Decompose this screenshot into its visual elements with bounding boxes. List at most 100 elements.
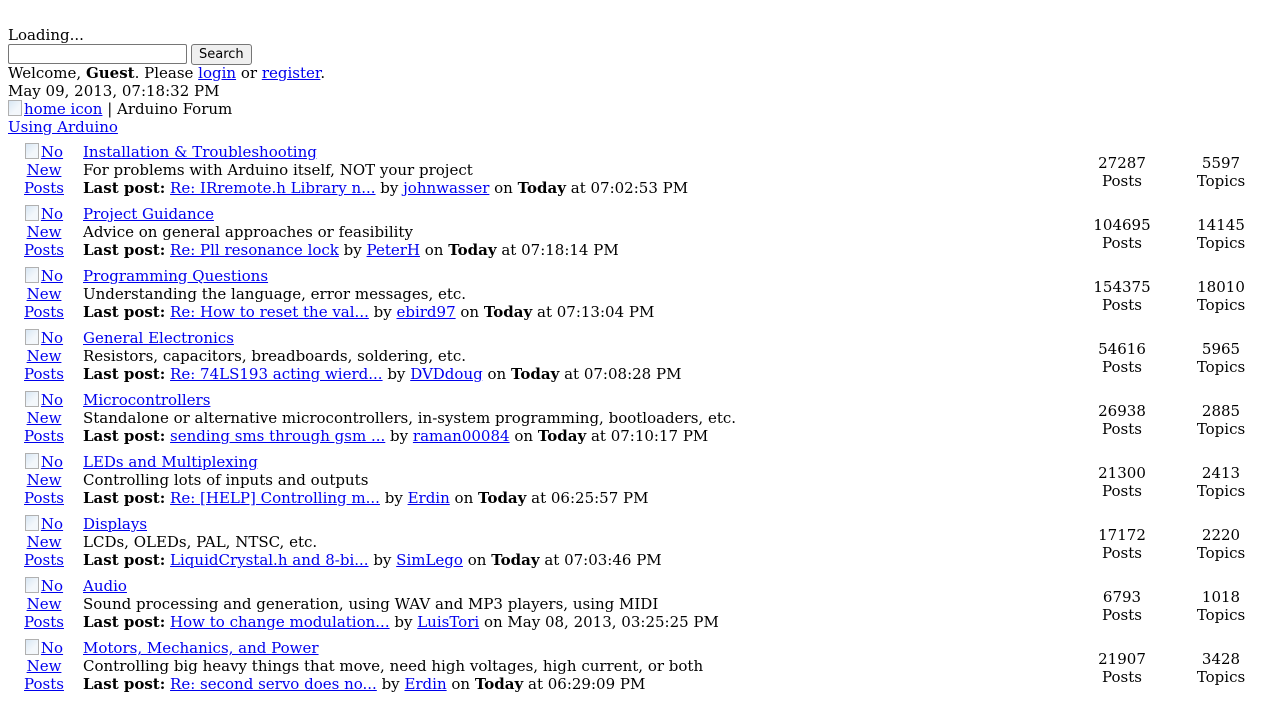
at-text: at (586, 427, 611, 445)
last-post-time: 07:13:04 PM (556, 303, 655, 321)
board-name-link[interactable]: Audio (83, 577, 127, 595)
last-post-link[interactable]: Re: [HELP] Controlling m... (170, 489, 380, 507)
last-post-label: Last post: (83, 551, 166, 569)
board-name-link[interactable]: Programming Questions (83, 267, 268, 285)
topics-count: 2413 (1201, 463, 1241, 482)
no-new-posts-icon[interactable]: No New Posts (13, 391, 75, 445)
board-info: Project Guidance Advice on general appro… (82, 204, 1074, 264)
topics-count-cell: 5965 Topics (1170, 328, 1272, 388)
posts-label: Posts (1102, 543, 1142, 562)
board-row: No New Posts Project Guidance Advice on … (8, 204, 1272, 264)
last-post-user-link[interactable]: SimLego (396, 551, 463, 569)
no-new-posts-icon[interactable]: No New Posts (13, 453, 75, 507)
last-post-link[interactable]: Re: IRremote.h Library n... (170, 179, 375, 197)
last-post-line: Last post: Re: How to reset the val... b… (83, 303, 1073, 321)
no-new-posts-alt-1: No (40, 453, 64, 471)
board-name-link[interactable]: LEDs and Multiplexing (83, 453, 258, 471)
board-status-icon (24, 267, 39, 283)
no-new-posts-icon[interactable]: No New Posts (13, 205, 75, 259)
no-new-posts-icon[interactable]: No New Posts (13, 515, 75, 569)
no-new-posts-icon[interactable]: No New Posts (13, 577, 75, 631)
topics-count-cell: 5597 Topics (1170, 142, 1272, 202)
last-post-link[interactable]: Re: How to reset the val... (170, 303, 369, 321)
board-status-icon (24, 577, 39, 593)
board-name-line: LEDs and Multiplexing (83, 453, 1073, 471)
on-text: on (455, 303, 484, 321)
board-icon-cell: No New Posts (8, 638, 80, 698)
loading-text: Loading... (8, 26, 84, 44)
last-post-line: Last post: Re: Pll resonance lock by Pet… (83, 241, 1073, 259)
at-text: at (565, 179, 591, 197)
board-status-icon (24, 143, 39, 159)
category-link[interactable]: Using Arduino (8, 118, 118, 136)
last-post-link[interactable]: LiquidCrystal.h and 8-bi... (170, 551, 369, 569)
board-icon-cell: No New Posts (8, 266, 80, 326)
no-new-posts-icon[interactable]: No New Posts (13, 329, 75, 383)
register-link[interactable]: register (262, 64, 321, 82)
board-name-link[interactable]: Displays (83, 515, 147, 533)
topics-count-cell: 3428 Topics (1170, 638, 1272, 698)
login-link[interactable]: login (198, 64, 236, 82)
board-name-link[interactable]: Microcontrollers (83, 391, 210, 409)
posts-count: 21907 (1098, 649, 1146, 668)
topics-label: Topics (1196, 605, 1246, 624)
board-name-link[interactable]: Project Guidance (83, 205, 214, 223)
last-post-user-link[interactable]: Erdin (404, 675, 446, 693)
last-post-link[interactable]: Re: Pll resonance lock (170, 241, 339, 259)
home-link[interactable]: home icon (8, 100, 102, 118)
board-row: No New Posts Microcontrollers Standalone… (8, 390, 1272, 450)
last-post-label: Last post: (83, 179, 166, 197)
board-info: Motors, Mechanics, and Power Controlling… (82, 638, 1074, 698)
last-post-user-link[interactable]: DVDdoug (410, 365, 483, 383)
no-new-posts-alt-3: Posts (24, 551, 64, 569)
no-new-posts-icon[interactable]: No New Posts (13, 267, 75, 321)
last-post-time: 07:10:17 PM (610, 427, 709, 445)
by-text: by (368, 303, 397, 321)
last-post-label: Last post: (83, 489, 166, 507)
last-post-user-link[interactable]: Erdin (408, 489, 450, 507)
last-post-user-link[interactable]: LuisTori (417, 613, 479, 631)
last-post-link[interactable]: Re: 74LS193 acting wierd... (170, 365, 383, 383)
last-post-user-link[interactable]: raman00084 (413, 427, 510, 445)
by-text: by (379, 489, 408, 507)
board-info: Displays LCDs, OLEDs, PAL, NTSC, etc. La… (82, 514, 1074, 574)
topics-label: Topics (1196, 295, 1246, 314)
no-new-posts-icon[interactable]: No New Posts (13, 143, 75, 197)
topics-label: Topics (1196, 667, 1246, 686)
on-text: on (489, 179, 518, 197)
last-post-link[interactable]: How to change modulation... (170, 613, 390, 631)
or-text: or (236, 64, 262, 82)
last-post-label: Last post: (83, 303, 166, 321)
last-post-user-link[interactable]: PeterH (367, 241, 420, 259)
last-post-day: Today (510, 365, 560, 383)
board-info: Audio Sound processing and generation, u… (82, 576, 1074, 636)
last-post-link[interactable]: sending sms through gsm ... (170, 427, 385, 445)
search-input[interactable] (8, 44, 187, 64)
no-new-posts-alt-3: Posts (24, 303, 64, 321)
board-info: LEDs and Multiplexing Controlling lots o… (82, 452, 1074, 512)
no-new-posts-icon[interactable]: No New Posts (13, 639, 75, 693)
board-name-link[interactable]: Installation & Troubleshooting (83, 143, 317, 161)
last-post-day: Today (478, 489, 527, 507)
board-name-link[interactable]: General Electronics (83, 329, 234, 347)
board-info: General Electronics Resistors, capacitor… (82, 328, 1074, 388)
no-new-posts-alt-2: New (26, 533, 62, 551)
search-button[interactable]: Search (191, 43, 252, 65)
posts-count-cell: 21300 Posts (1076, 452, 1168, 512)
posts-count-cell: 54616 Posts (1076, 328, 1168, 388)
no-new-posts-alt-2: New (26, 657, 62, 675)
board-name-link[interactable]: Motors, Mechanics, and Power (83, 639, 319, 657)
last-post-date: May 08, 2013, 03:25:25 PM (507, 613, 719, 631)
no-new-posts-alt-2: New (26, 223, 62, 241)
board-name-line: Installation & Troubleshooting (83, 143, 1073, 161)
last-post-user-link[interactable]: ebird97 (396, 303, 455, 321)
on-text: on (509, 427, 538, 445)
board-row: No New Posts Motors, Mechanics, and Powe… (8, 638, 1272, 698)
board-name-line: Displays (83, 515, 1073, 533)
no-new-posts-alt-1: No (40, 515, 64, 533)
at-text: at (532, 303, 557, 321)
last-post-line: Last post: Re: second servo does no... b… (83, 675, 1073, 693)
no-new-posts-alt-3: Posts (24, 675, 64, 693)
last-post-user-link[interactable]: johnwasser (403, 179, 489, 197)
last-post-link[interactable]: Re: second servo does no... (170, 675, 377, 693)
